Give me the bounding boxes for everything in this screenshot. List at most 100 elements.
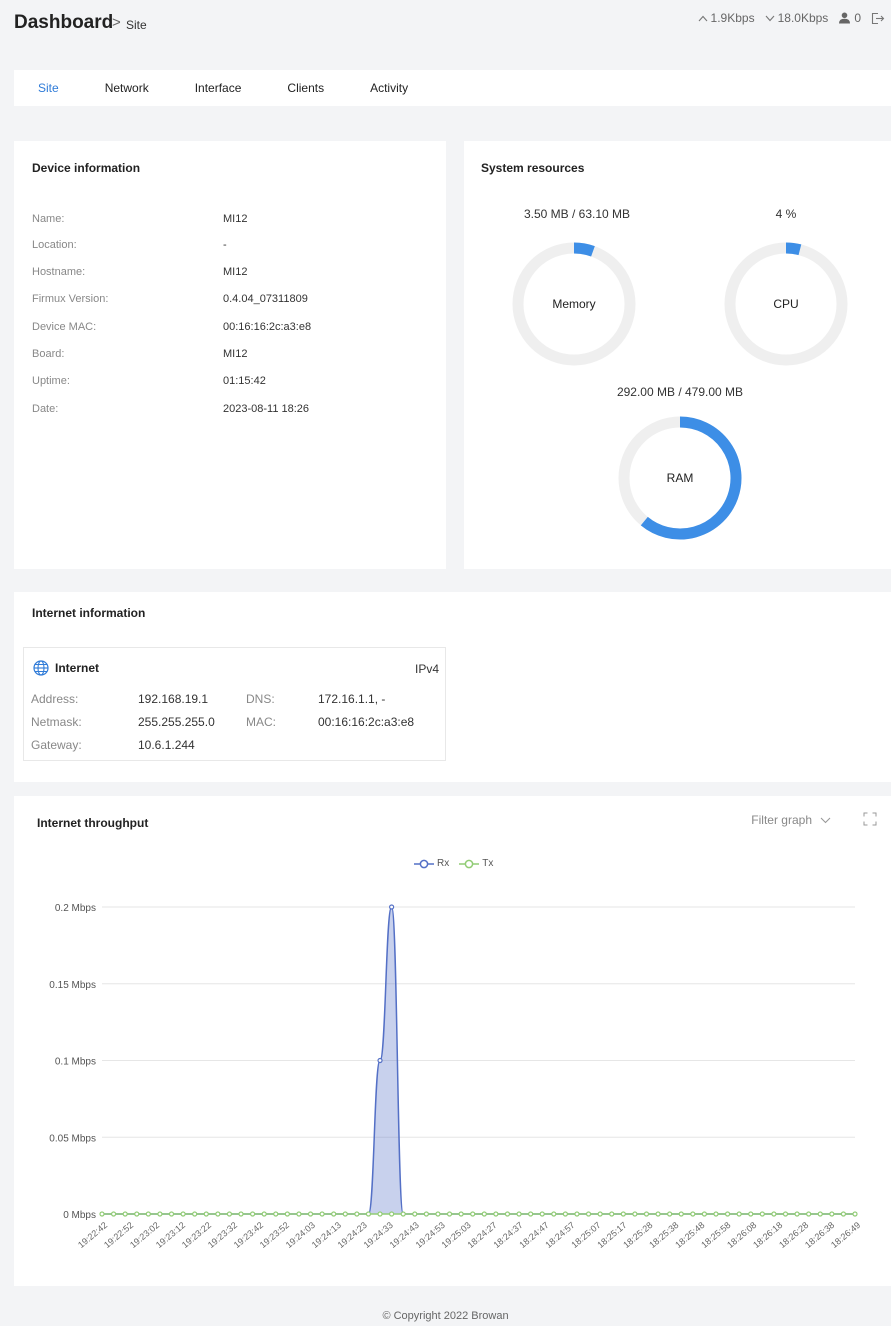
tx-point[interactable] <box>771 1211 777 1217</box>
tx-point[interactable] <box>585 1211 592 1217</box>
tab-network[interactable]: Network <box>105 81 149 95</box>
legend-rx-label: Rx <box>437 858 450 869</box>
download-rate: 18.0Kbps <box>765 11 828 25</box>
tx-point[interactable] <box>180 1211 186 1217</box>
tx-point[interactable] <box>794 1211 800 1217</box>
internet-information-title: Internet information <box>32 606 146 620</box>
tx-point[interactable] <box>238 1211 244 1217</box>
tx-point[interactable] <box>389 1211 395 1217</box>
tx-point[interactable] <box>273 1211 279 1217</box>
tab-interface[interactable]: Interface <box>195 81 242 95</box>
tx-point[interactable] <box>667 1211 673 1217</box>
tx-point[interactable] <box>261 1211 267 1217</box>
tx-point[interactable] <box>539 1211 545 1217</box>
tx-point[interactable] <box>481 1211 487 1217</box>
filter-graph-label: Filter graph <box>751 813 812 827</box>
users-count[interactable]: 0 <box>838 11 861 25</box>
cpu-usage-text: 4 % <box>775 207 797 221</box>
tab-clients[interactable]: Clients <box>287 81 324 95</box>
legend-item-rx[interactable]: Rx <box>414 858 449 869</box>
rx-point[interactable] <box>377 1057 383 1064</box>
tx-point[interactable] <box>782 1211 789 1217</box>
tx-point[interactable] <box>817 1211 823 1217</box>
tx-point[interactable] <box>354 1211 360 1217</box>
tx-point[interactable] <box>215 1211 221 1217</box>
tx-point[interactable] <box>331 1211 337 1217</box>
tx-point[interactable] <box>365 1211 372 1217</box>
tx-point[interactable] <box>643 1211 650 1217</box>
tx-point[interactable] <box>412 1211 418 1217</box>
tx-point[interactable] <box>528 1211 534 1217</box>
tx-point[interactable] <box>655 1211 661 1217</box>
tx-point[interactable] <box>504 1211 511 1217</box>
tx-point[interactable] <box>759 1211 765 1217</box>
globe-icon <box>33 660 49 676</box>
tx-point[interactable] <box>562 1211 568 1217</box>
tx-point[interactable] <box>701 1211 708 1217</box>
tx-point[interactable] <box>307 1211 314 1217</box>
tx-point[interactable] <box>609 1211 615 1217</box>
gateway-label: Gateway: <box>31 738 82 752</box>
tx-point[interactable] <box>724 1211 731 1217</box>
tx-point[interactable] <box>250 1211 256 1217</box>
tx-point[interactable] <box>284 1211 290 1217</box>
throughput-chart: 0 Mbps 0.05 Mbps 0.1 Mbps 0.15 Mbps 0.2 Mbps… <box>49 903 862 1250</box>
footer-copyright: © Copyright 2022 Browan <box>382 1310 509 1322</box>
mac-label: MAC: <box>246 715 276 729</box>
tx-point[interactable] <box>342 1211 348 1217</box>
tab-site[interactable]: Site <box>38 81 59 95</box>
tx-point[interactable] <box>690 1211 696 1217</box>
tx-point[interactable] <box>713 1211 719 1217</box>
tx-point[interactable] <box>806 1211 812 1217</box>
filter-graph-dropdown[interactable]: Filter graph <box>751 813 831 827</box>
logout-icon[interactable] <box>871 12 885 25</box>
tx-point[interactable] <box>296 1211 302 1217</box>
tx-point[interactable] <box>377 1211 383 1217</box>
tab-activity[interactable]: Activity <box>370 81 408 95</box>
tx-point[interactable] <box>168 1211 175 1217</box>
legend-item-tx[interactable]: Tx <box>459 858 493 869</box>
tx-point[interactable] <box>840 1211 847 1217</box>
cpu-gauge-label: CPU <box>773 297 799 311</box>
tx-point[interactable] <box>470 1211 476 1217</box>
upload-rate-value: 1.9Kbps <box>710 11 755 25</box>
tx-point[interactable] <box>852 1211 858 1217</box>
tx-point[interactable] <box>435 1211 441 1217</box>
internet-throughput-card: 0 Mbps 0.05 Mbps 0.1 Mbps 0.15 Mbps 0.2 Mbps… <box>14 796 891 1286</box>
tx-point[interactable] <box>400 1211 406 1217</box>
tx-point[interactable] <box>110 1211 117 1217</box>
tx-point[interactable] <box>157 1211 163 1217</box>
tx-point[interactable] <box>203 1211 209 1217</box>
tx-point[interactable] <box>516 1211 522 1217</box>
tx-point[interactable] <box>551 1211 557 1217</box>
system-resources-title: System resources <box>481 161 585 175</box>
dns-value: 172.16.1.1, - <box>318 692 386 706</box>
tx-point[interactable] <box>446 1211 453 1217</box>
breadcrumb-separator: > <box>112 14 121 31</box>
info-key: Date: <box>32 403 59 415</box>
tx-point[interactable] <box>226 1211 233 1217</box>
breadcrumb[interactable]: Site <box>126 18 147 32</box>
fullscreen-icon[interactable] <box>863 812 877 826</box>
ram-usage-text: 292.00 MB / 479.00 MB <box>616 385 744 399</box>
tx-point[interactable] <box>493 1211 499 1217</box>
y-tick-label: 0.15 Mbps <box>49 980 96 991</box>
tx-point[interactable] <box>99 1211 105 1217</box>
tx-point[interactable] <box>122 1211 128 1217</box>
tx-point[interactable] <box>632 1211 638 1217</box>
tx-point[interactable] <box>678 1211 684 1217</box>
tx-point[interactable] <box>829 1211 835 1217</box>
info-key: Device MAC: <box>32 321 97 333</box>
tx-point[interactable] <box>319 1211 325 1217</box>
tx-point[interactable] <box>192 1211 198 1217</box>
tx-point[interactable] <box>736 1211 742 1217</box>
tx-point[interactable] <box>145 1211 151 1217</box>
tx-point[interactable] <box>620 1211 626 1217</box>
tx-point[interactable] <box>748 1211 754 1217</box>
tx-point[interactable] <box>423 1211 429 1217</box>
tx-point[interactable] <box>574 1211 580 1217</box>
tx-point[interactable] <box>134 1211 140 1217</box>
tx-point[interactable] <box>458 1211 464 1217</box>
rx-point[interactable] <box>389 904 395 910</box>
tx-point[interactable] <box>597 1211 603 1217</box>
